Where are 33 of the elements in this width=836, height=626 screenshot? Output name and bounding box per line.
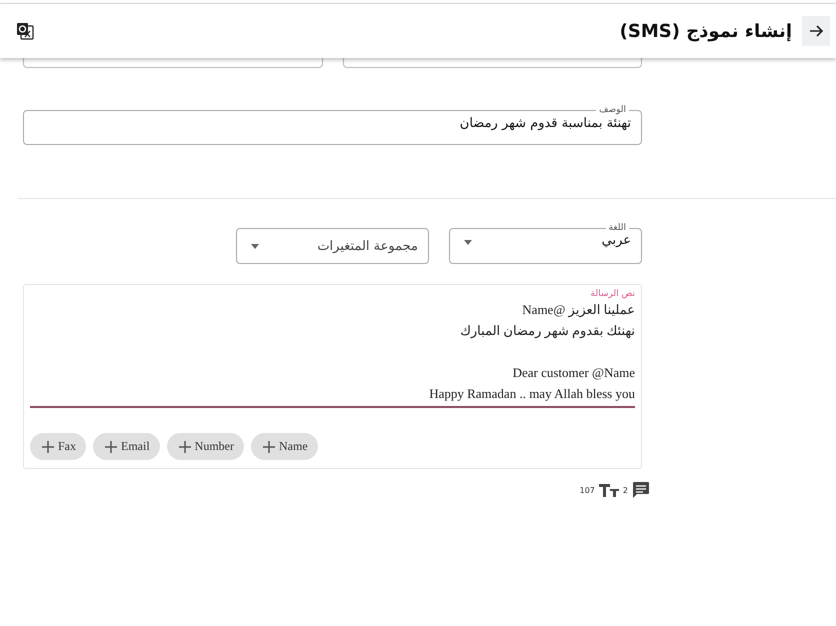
variables-dropdown[interactable]: مجموعة المتغيرات — [236, 228, 429, 264]
plus-icon — [178, 440, 191, 452]
character-count: 107 — [580, 486, 595, 494]
arrow-icon — [808, 23, 824, 39]
field-value: عربي — [602, 232, 631, 250]
field-label: نص الرسالة — [590, 289, 635, 299]
message-line: Dear customer @Name — [512, 364, 635, 382]
translate-icon[interactable] — [16, 22, 34, 40]
variable-chip[interactable]: Name — [251, 433, 318, 460]
variable-chip[interactable]: Email — [93, 433, 160, 460]
plus-icon — [263, 440, 275, 452]
message-line: عملينا العزيز @Name — [522, 301, 635, 320]
message-line: نهنئك بقدوم شهر رمضان المبارك — [460, 322, 635, 340]
message-icon — [632, 481, 650, 499]
language-dropdown[interactable]: اللغة عربي — [449, 223, 642, 264]
text-size-icon — [598, 483, 619, 497]
variable-chip[interactable]: Number — [166, 433, 244, 460]
description-field[interactable]: الوصف تهنئة بمناسبة قدوم شهر رمضان — [23, 105, 642, 145]
plus-icon — [42, 440, 54, 452]
caret-icon — [251, 244, 259, 248]
field-value: تهنئة بمناسبة قدوم شهر رمضان — [458, 115, 631, 133]
field-label: اللغة — [608, 223, 627, 234]
dropdown-placeholder: مجموعة المتغيرات — [317, 238, 418, 254]
back-arrow-button[interactable] — [802, 16, 830, 46]
message-line: Happy Ramadan .. may Allah bless you — [429, 385, 635, 403]
variable-chip[interactable]: Fax — [30, 433, 86, 460]
message-count: 2 — [622, 486, 628, 494]
plus-icon — [105, 440, 117, 452]
field-label: الوصف — [598, 105, 627, 116]
caret-icon — [464, 240, 472, 244]
input-field[interactable] — [342, 58, 642, 68]
page-title: إنشاء نموذج (SMS) — [620, 20, 792, 42]
input-field[interactable] — [23, 58, 322, 68]
